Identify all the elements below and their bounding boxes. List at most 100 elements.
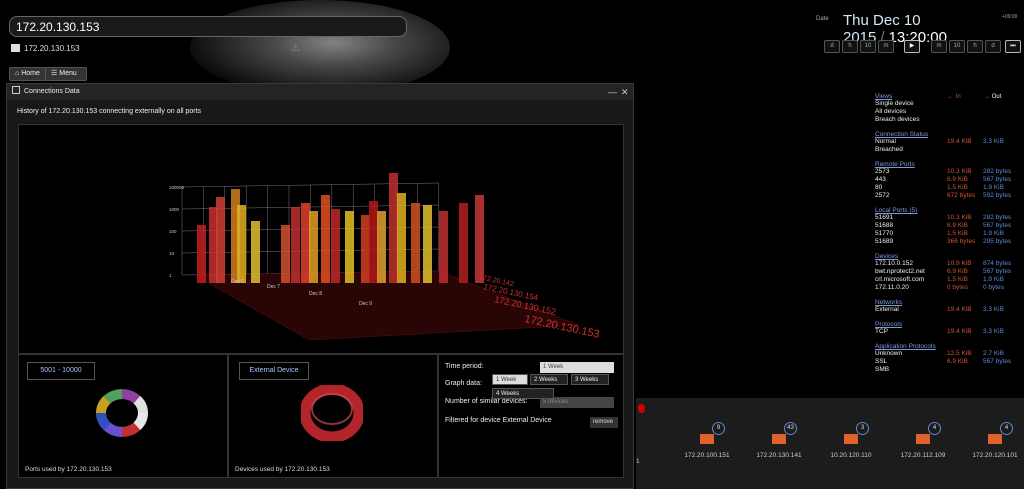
- graph-bar: [369, 201, 378, 283]
- info-in-value: 1.5 KiB: [947, 276, 968, 283]
- info-section-title[interactable]: Networks: [875, 299, 1024, 306]
- ports-panel: 5001 - 10000 Ports used by 172.20.130.15…: [18, 354, 228, 478]
- close-button[interactable]: ✕: [621, 84, 629, 100]
- search-input[interactable]: 172.20.130.153: [9, 16, 407, 37]
- time-control-button[interactable]: ⏭: [1005, 40, 1021, 53]
- graph-bar: [301, 203, 310, 283]
- dialog-subtitle: History of 172.20.130.153 connecting ext…: [17, 108, 202, 115]
- time-control-button[interactable]: m: [931, 40, 947, 53]
- graph-data-option[interactable]: 4 Weeks: [492, 388, 554, 399]
- devices-donut[interactable]: [301, 385, 363, 441]
- info-row[interactable]: Unknown 12.5 KiB 2.7 KiB: [875, 350, 1024, 358]
- graph-data-option[interactable]: 2 Weeks: [530, 374, 568, 385]
- port-range-button[interactable]: 5001 - 10000: [27, 362, 95, 380]
- info-out-value: 282 bytes: [983, 168, 1012, 175]
- time-control-button[interactable]: ▶: [904, 40, 920, 53]
- info-row[interactable]: TCP 19.4 KiB 3.3 KiB: [875, 328, 1024, 336]
- graph-data-option[interactable]: 1 Week: [492, 374, 528, 385]
- connection-count-badge: 3: [856, 422, 869, 435]
- device-node[interactable]: 9 172.20.100.151: [672, 418, 742, 459]
- info-row[interactable]: 172.11.0.20 0 bytes 0 bytes: [875, 284, 1024, 292]
- graph-bar: [251, 221, 260, 283]
- alert-marker[interactable]: [638, 404, 645, 413]
- time-control-button[interactable]: h: [967, 40, 983, 53]
- info-row[interactable]: External 19.4 KiB 3.3 KiB: [875, 306, 1024, 314]
- info-row[interactable]: All devices: [875, 108, 1024, 116]
- device-node[interactable]: 4 172.20.120.101: [960, 418, 1024, 459]
- minimize-button[interactable]: —: [608, 84, 617, 100]
- device-ip-label: 172.20.120.101: [972, 452, 1018, 459]
- world-map: [190, 0, 450, 95]
- info-section-title[interactable]: Views: [875, 93, 1024, 100]
- time-control-button[interactable]: d: [824, 40, 840, 53]
- graph-data-option[interactable]: 3 Weeks: [571, 374, 609, 385]
- device-node[interactable]: 4 172.20.112.109: [888, 418, 958, 459]
- menu-button[interactable]: ☰ Menu: [45, 67, 87, 81]
- info-row[interactable]: 172.10.0.152 10.9 KiB 874 bytes: [875, 260, 1024, 268]
- remove-button[interactable]: remove: [590, 417, 618, 428]
- devices-caption: Devices used by 172.20.130.153: [235, 466, 330, 473]
- info-out-value: 3.3 KiB: [983, 328, 1004, 335]
- connections-dialog: Connections Data — ✕ History of 172.20.1…: [6, 83, 634, 489]
- info-row[interactable]: 51688 6.9 KiB 567 bytes: [875, 222, 1024, 230]
- time-period-select[interactable]: 1 Week: [540, 362, 614, 373]
- info-section-title[interactable]: Connection Status: [875, 131, 1024, 138]
- time-control-button[interactable]: d: [985, 40, 1001, 53]
- info-section-title[interactable]: Remote Ports: [875, 161, 1024, 168]
- info-key: SSL: [875, 358, 888, 365]
- time-control-button[interactable]: h: [842, 40, 858, 53]
- connections-3d-graph[interactable]: 100000 1000 100 10 1 Dec 6 Dec 7 Dec 8 Dec 9 172.…: [18, 124, 624, 354]
- device-label-fragment: 1: [636, 458, 640, 465]
- dialog-titlebar[interactable]: Connections Data: [7, 84, 633, 100]
- info-row[interactable]: 443 6.9 KiB 567 bytes: [875, 176, 1024, 184]
- info-row[interactable]: 2573 10.3 KiB 282 bytes: [875, 168, 1024, 176]
- info-section-title[interactable]: Protocols: [875, 321, 1024, 328]
- info-row[interactable]: crl.microsoft.com 1.5 KiB 1.9 KiB: [875, 276, 1024, 284]
- time-control-button[interactable]: 10: [860, 40, 876, 53]
- info-row[interactable]: 2572 672 bytes 592 bytes: [875, 192, 1024, 200]
- info-in-value: 0 bytes: [947, 284, 968, 291]
- info-row[interactable]: 51770 1.5 KiB 1.9 KiB: [875, 230, 1024, 238]
- info-key: SMB: [875, 366, 890, 373]
- info-row[interactable]: bwt.nprotect2.net 6.9 KiB 567 bytes: [875, 268, 1024, 276]
- info-in-value: [947, 108, 983, 116]
- home-button[interactable]: ⌂ Home: [9, 67, 46, 81]
- graph-y-label: 1000: [169, 207, 180, 212]
- graph-bar: [439, 211, 448, 283]
- time-control-button[interactable]: 10: [949, 40, 965, 53]
- warning-icon[interactable]: ⚠: [291, 43, 300, 54]
- time-control-button[interactable]: m: [878, 40, 894, 53]
- device-icon: [772, 434, 786, 444]
- external-device-button[interactable]: External Device: [239, 362, 309, 380]
- graph-bar: [281, 225, 290, 283]
- device-node[interactable]: 43 172.20.130.141: [744, 418, 814, 459]
- info-row[interactable]: SSL 6.9 KiB 567 bytes: [875, 358, 1024, 366]
- connection-count-badge: 43: [784, 422, 797, 435]
- info-in-value: 10.3 KiB: [947, 214, 972, 221]
- info-out-value: 1.9 KiB: [983, 230, 1004, 237]
- device-node[interactable]: 3 10.20.120.110: [816, 418, 886, 459]
- info-in-value: 1.5 KiB: [947, 230, 968, 237]
- graph-series-label: 172.20.130.153: [523, 313, 600, 341]
- info-row[interactable]: 51691 10.3 KiB 282 bytes: [875, 214, 1024, 222]
- info-row[interactable]: Normal 19.4 KiB 3.3 KiB: [875, 138, 1024, 146]
- info-in-value: 6.9 KiB: [947, 268, 968, 275]
- info-row[interactable]: SMB: [875, 366, 1024, 374]
- info-section-title[interactable]: Local Ports (5): [875, 207, 1024, 214]
- graph-bar: [331, 209, 340, 283]
- info-row[interactable]: 51689 366 bytes 295 bytes: [875, 238, 1024, 246]
- connection-count-badge: 9: [712, 422, 725, 435]
- device-icon: [11, 44, 20, 52]
- selected-device[interactable]: 172.20.130.153: [11, 44, 80, 53]
- info-row[interactable]: 80 1.5 KiB 1.9 KiB: [875, 184, 1024, 192]
- ports-donut[interactable]: [91, 385, 153, 441]
- device-icon: [916, 434, 930, 444]
- info-row[interactable]: Single device: [875, 100, 1024, 108]
- info-row[interactable]: Breached: [875, 146, 1024, 154]
- filter-text: Filtered for device External Device: [445, 417, 552, 424]
- connection-count-badge: 4: [1000, 422, 1013, 435]
- info-section-title[interactable]: Application Protocols: [875, 343, 1024, 350]
- donut-segment: [96, 412, 111, 431]
- info-row[interactable]: Breach devices: [875, 116, 1024, 124]
- info-section-title[interactable]: Devices: [875, 253, 1024, 260]
